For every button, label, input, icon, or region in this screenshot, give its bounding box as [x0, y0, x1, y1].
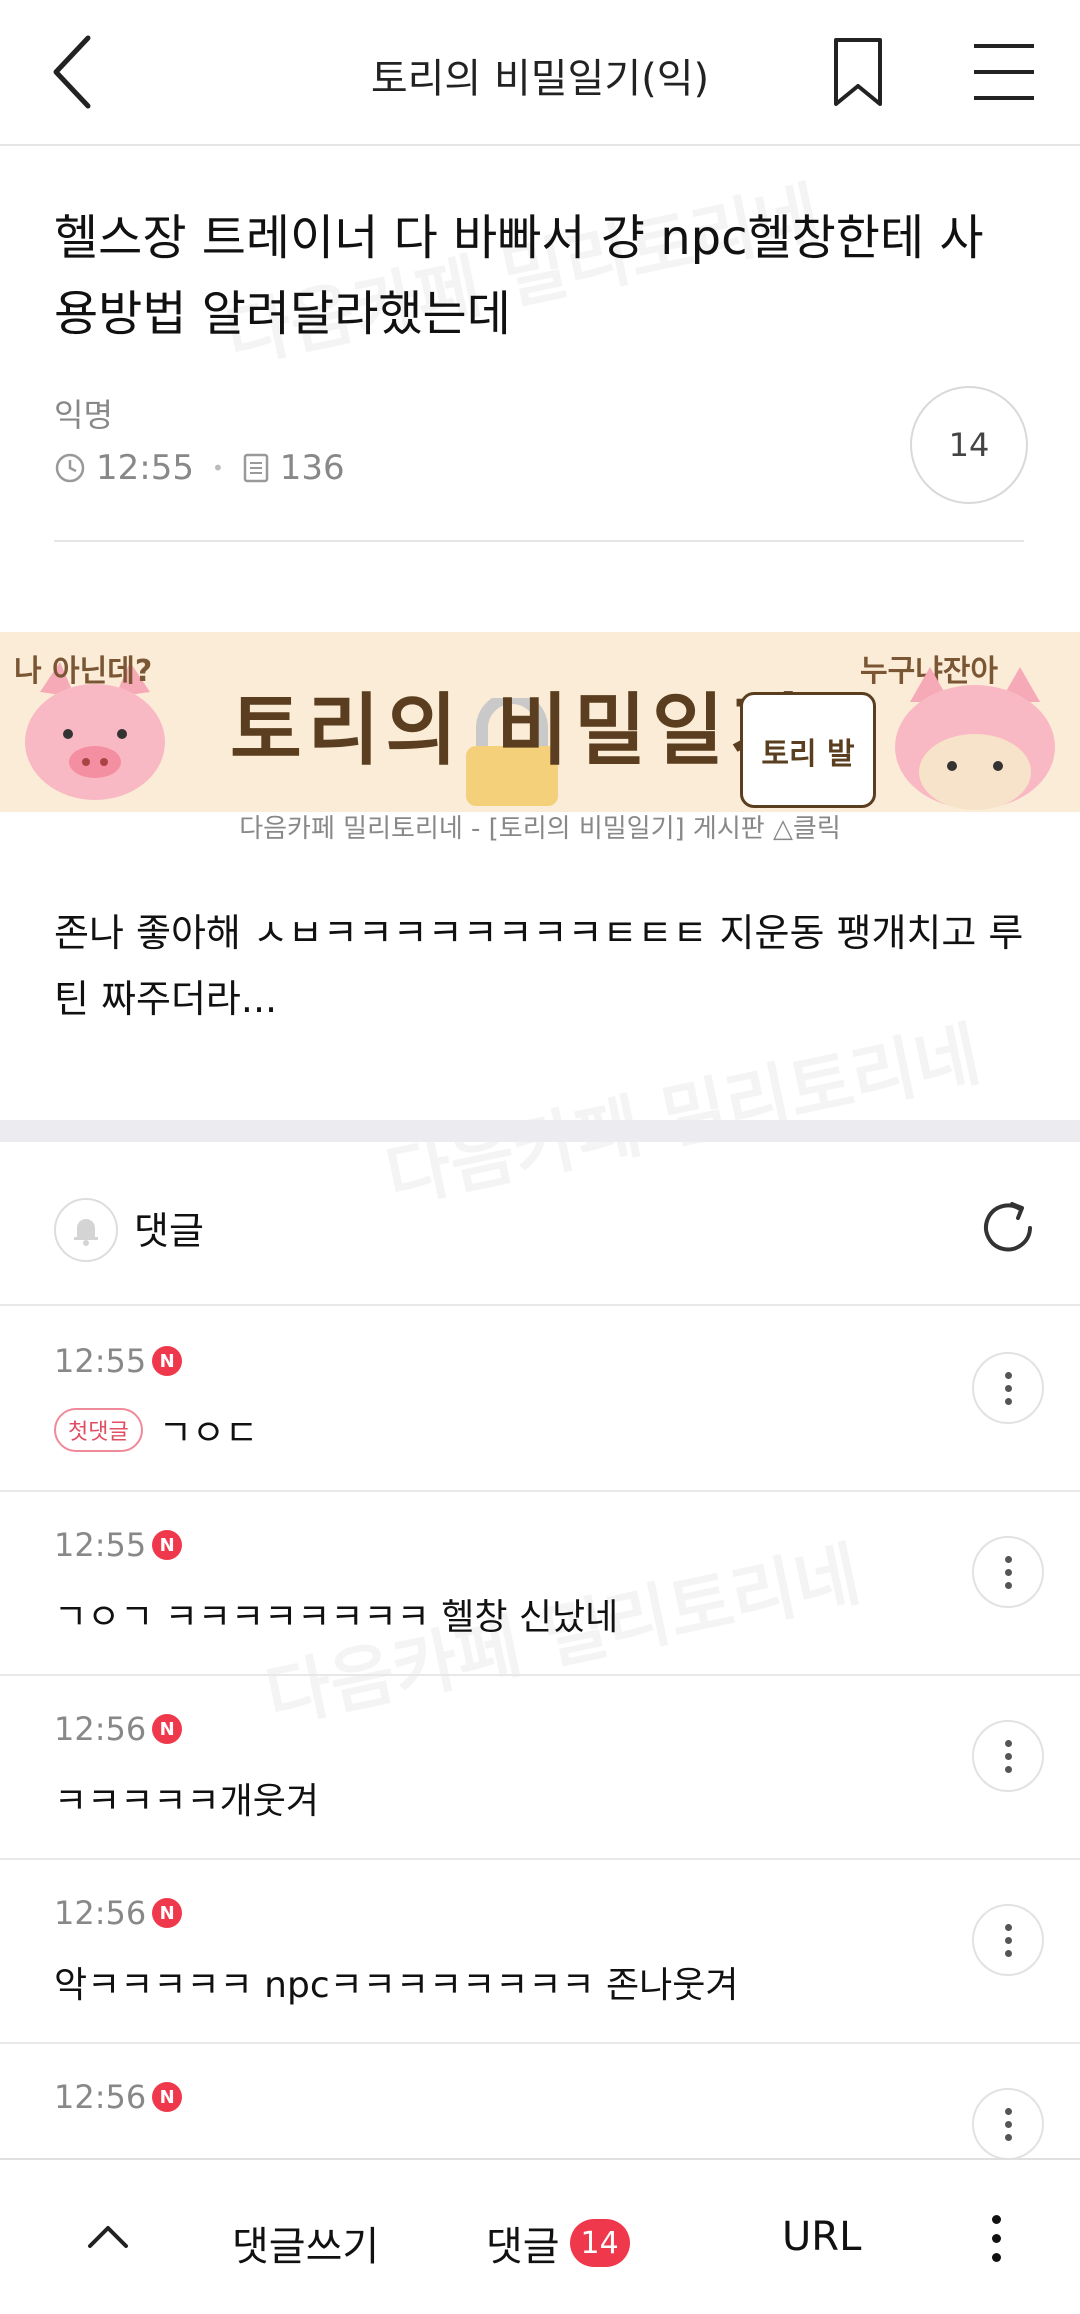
comment-time: 12:56 — [54, 1710, 147, 1748]
new-badge: N — [152, 2082, 183, 2112]
stamp-text: 토리 발 — [761, 737, 855, 772]
comment-time-row: 12:55 N — [54, 1526, 183, 1564]
comment-text: ㅋㅋㅋㅋㅋ개웃겨 — [54, 1781, 319, 1822]
comment-time-row: 12:56 N — [54, 1710, 183, 1748]
meta-separator: • — [211, 456, 224, 480]
first-comment-badge: 첫댓글 — [54, 1408, 143, 1452]
comment-more-button[interactable] — [972, 1904, 1044, 1976]
post-meta: 12:55 • 136 — [54, 446, 345, 490]
top-app-bar: 토리의 비밀일기(익) — [0, 0, 1080, 146]
post-body: 존나 좋아해 ㅅㅂㅋㅋㅋㅋㅋㅋㅋㅋㅌㅌㅌ 지운동 팽개치고 루틴 짜주더라... — [54, 911, 1024, 1021]
scroll-to-top-icon[interactable] — [84, 2212, 132, 2260]
comment-item: 12:56 N ㅋㅋㅋㅋㅋ개웃겨 — [0, 1674, 1080, 1860]
comment-time: 12:56 — [54, 1894, 147, 1932]
cat-in-pig-hat-illustration — [895, 667, 1055, 810]
board-banner[interactable]: 나 아닌데? 토리의 비밀일기 토리 발 누구냐잔아 — [0, 632, 1080, 812]
views-icon — [243, 453, 269, 483]
comment-count-button[interactable]: 14 — [910, 386, 1028, 504]
comment-time-row: 12:55 N — [54, 1342, 183, 1380]
hamburger-menu-icon[interactable] — [968, 40, 1040, 104]
clock-icon — [55, 453, 85, 483]
comment-time-row: 12:56 N — [54, 1894, 183, 1932]
banner-title: 토리의 비밀일기 — [230, 686, 808, 776]
new-badge: N — [152, 1530, 183, 1560]
section-separator — [0, 1120, 1080, 1142]
banner-left-caption: 나 아닌데? — [14, 654, 153, 689]
comments-label: 댓글 — [134, 1209, 204, 1253]
comment-text: 악ㅋㅋㅋㅋㅋ npcㅋㅋㅋㅋㅋㅋㅋㅋ 존나웃겨 — [54, 1965, 739, 2006]
bookmark-icon[interactable] — [828, 36, 888, 108]
comments-button[interactable]: 댓글 14 — [486, 2214, 630, 2272]
post-title: 헬스장 트레이너 다 바빠서 걍 npc헬창한테 사용방법 알려달라했는데 — [54, 210, 984, 342]
post-time: 12:55 — [96, 448, 194, 488]
banner-caption[interactable]: 다음카페 밀리토리네 - [토리의 비밀일기] 게시판 △클릭 — [0, 808, 1080, 845]
copy-url-button[interactable]: URL — [782, 2214, 861, 2260]
comment-more-button[interactable] — [972, 1536, 1044, 1608]
bell-icon — [74, 1219, 98, 1246]
new-badge: N — [152, 1898, 183, 1928]
bottom-action-bar: 댓글쓰기 댓글 14 URL — [0, 2158, 1080, 2314]
write-comment-button[interactable]: 댓글쓰기 — [232, 2214, 379, 2272]
new-badge: N — [152, 1714, 183, 1744]
comment-text: ㄱㅇㄷ — [158, 1413, 259, 1454]
comment-more-button[interactable] — [972, 1720, 1044, 1792]
more-options-icon[interactable] — [972, 2202, 1020, 2274]
comment-time: 12:55 — [54, 1342, 147, 1380]
notification-bell-button[interactable] — [54, 1198, 118, 1262]
comment-time: 12:55 — [54, 1526, 147, 1564]
divider — [54, 540, 1024, 542]
comment-body: 첫댓글 ㄱㅇㄷ — [54, 1404, 258, 1456]
banner-stamp: 토리 발 — [740, 692, 876, 808]
refresh-icon[interactable] — [976, 1196, 1040, 1260]
post-views: 136 — [279, 448, 345, 488]
comment-item: 12:55 N 첫댓글 ㄱㅇㄷ — [0, 1306, 1080, 1492]
new-badge: N — [152, 1346, 183, 1376]
comment-more-button[interactable] — [972, 1352, 1044, 1424]
board-title[interactable]: 토리의 비밀일기(익) — [0, 46, 1080, 104]
comment-item: 12:55 N ㄱㅇㄱ ㅋㅋㅋㅋㅋㅋㅋㅋ 헬창 신났네 — [0, 1490, 1080, 1676]
comment-more-button[interactable] — [972, 2088, 1044, 2160]
post-author: 익명 — [54, 396, 113, 434]
comments-button-label: 댓글 — [486, 2224, 560, 2270]
comment-time: 12:56 — [54, 2078, 147, 2116]
comment-time-row: 12:56 N — [54, 2078, 183, 2116]
comment-item: 12:56 N 악ㅋㅋㅋㅋㅋ npcㅋㅋㅋㅋㅋㅋㅋㅋ 존나웃겨 — [0, 1858, 1080, 2044]
comments-header: 댓글 — [0, 1142, 1080, 1302]
comment-count-badge: 14 — [569, 2219, 630, 2267]
comment-text: ㄱㅇㄱ ㅋㅋㅋㅋㅋㅋㅋㅋ 헬창 신났네 — [54, 1597, 619, 1638]
